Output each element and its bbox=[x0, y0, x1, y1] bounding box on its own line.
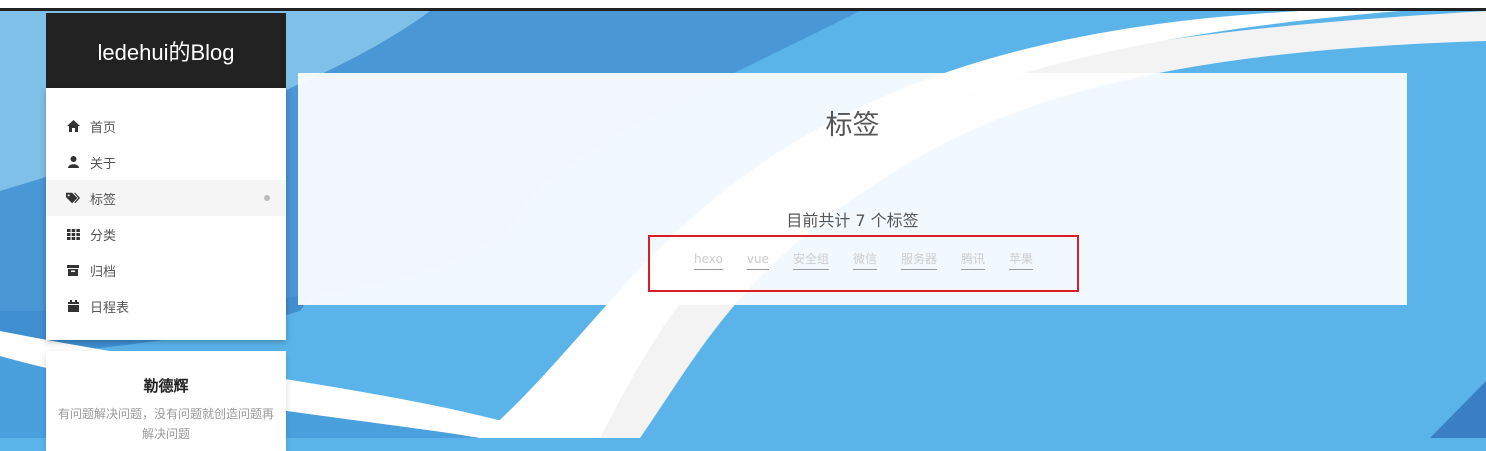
menu-item-about[interactable]: 关于 bbox=[46, 144, 286, 180]
tag-link-vue[interactable]: vue bbox=[746, 251, 769, 270]
menu-item-label: 关于 bbox=[90, 156, 117, 172]
user-icon bbox=[66, 155, 80, 169]
menu-item-tags[interactable]: 标签 bbox=[46, 180, 286, 216]
home-icon bbox=[66, 119, 80, 133]
page-title: 标签 bbox=[825, 110, 880, 141]
site-title: ledehui的Blog bbox=[97, 39, 235, 65]
menu-item-label: 分类 bbox=[90, 228, 117, 244]
menu-item-label: 标签 bbox=[90, 192, 117, 208]
tag-link-server[interactable]: 服务器 bbox=[900, 251, 937, 270]
author-description: 有问题解决问题，没有问题就创造问题再解决问题 bbox=[58, 407, 275, 441]
author-panel: 勒德辉 有问题解决问题，没有问题就创造问题再解决问题 bbox=[46, 351, 286, 451]
tags-icon bbox=[66, 191, 80, 205]
tags-page-card: 标签 目前共计 7 个标签 hexo vue 安全组 微信 服务器 腾讯 苹果 bbox=[298, 73, 1407, 305]
author-name: 勒德辉 bbox=[143, 377, 189, 395]
window-top-bar bbox=[0, 0, 1486, 11]
menu-item-label: 首页 bbox=[90, 120, 117, 136]
sidebar-menu: 首页 关于 标签 分类 归档 日程表 bbox=[46, 88, 286, 340]
tag-link-hexo[interactable]: hexo bbox=[693, 251, 723, 270]
menu-item-schedule[interactable]: 日程表 bbox=[46, 288, 286, 324]
grid-icon bbox=[66, 227, 80, 241]
tag-link-apple[interactable]: 苹果 bbox=[1009, 251, 1034, 270]
tag-link-tencent[interactable]: 腾讯 bbox=[960, 251, 985, 270]
calendar-icon bbox=[66, 299, 80, 313]
tag-cloud: hexo vue 安全组 微信 服务器 腾讯 苹果 bbox=[648, 235, 1079, 292]
tag-count-summary: 目前共计 7 个标签 bbox=[786, 211, 919, 230]
active-indicator-dot bbox=[264, 195, 270, 201]
menu-item-home[interactable]: 首页 bbox=[46, 108, 286, 144]
menu-item-archives[interactable]: 归档 bbox=[46, 252, 286, 288]
site-brand[interactable]: ledehui的Blog bbox=[46, 13, 286, 88]
menu-item-label: 日程表 bbox=[90, 300, 130, 316]
menu-item-label: 归档 bbox=[90, 264, 117, 280]
menu-item-categories[interactable]: 分类 bbox=[46, 216, 286, 252]
archive-icon bbox=[66, 263, 80, 277]
tag-link-wechat[interactable]: 微信 bbox=[852, 251, 877, 270]
tag-link-security-group[interactable]: 安全组 bbox=[792, 251, 829, 270]
